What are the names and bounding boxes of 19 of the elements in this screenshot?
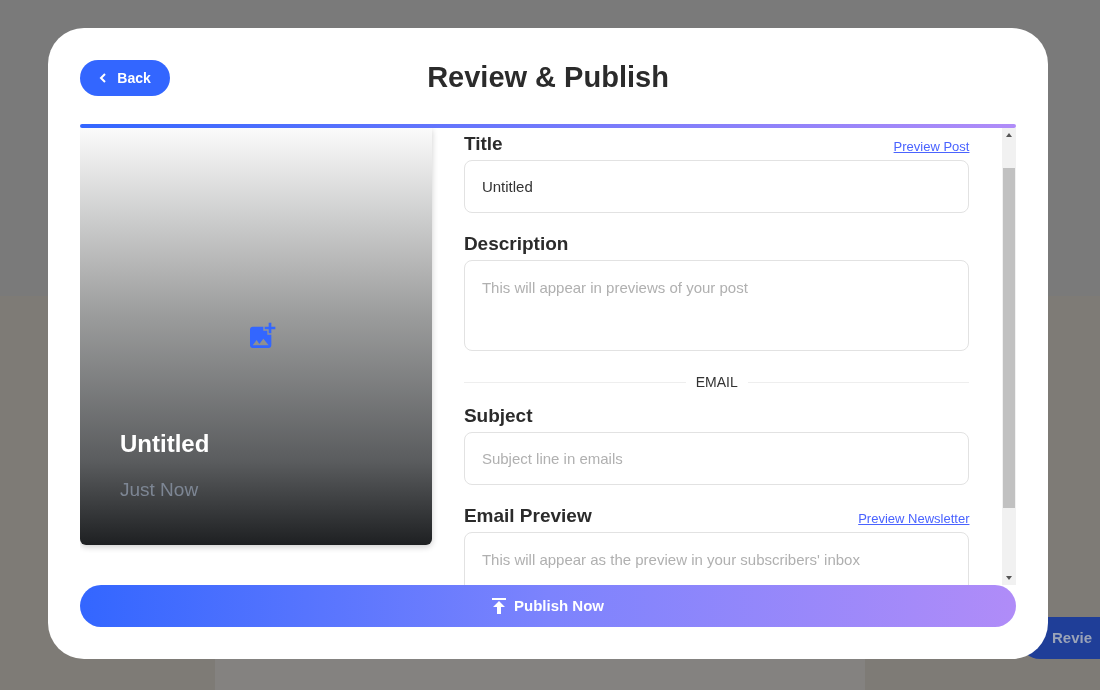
field-label: Email Preview [463, 503, 592, 528]
upload-icon [492, 598, 506, 614]
field-label: Description [463, 231, 569, 256]
text-area[interactable]: This will appear as the preview in your subscribers' inbox [463, 532, 970, 585]
card-title: Untitled [120, 429, 210, 459]
dialog-title: Review & Publish [427, 60, 669, 96]
section-heading: EMAIL [695, 373, 738, 392]
text-area[interactable]: This will appear in previews of your post [463, 260, 970, 351]
publish-button[interactable]: Publish Now [80, 585, 1016, 627]
input-field[interactable]: Subject line in emails [463, 432, 970, 485]
back-button[interactable]: Back [80, 60, 170, 96]
card-time: Just Now [120, 478, 200, 502]
field-label: Title [463, 131, 503, 156]
field-label: Subject [463, 403, 533, 428]
preview-link[interactable]: Preview Newsletter [858, 508, 970, 528]
chevron-left-icon [99, 72, 108, 84]
scroll-thumb[interactable] [1003, 168, 1016, 508]
preview-link[interactable]: Preview Post [893, 136, 970, 156]
input-field[interactable]: Untitled [463, 160, 970, 213]
